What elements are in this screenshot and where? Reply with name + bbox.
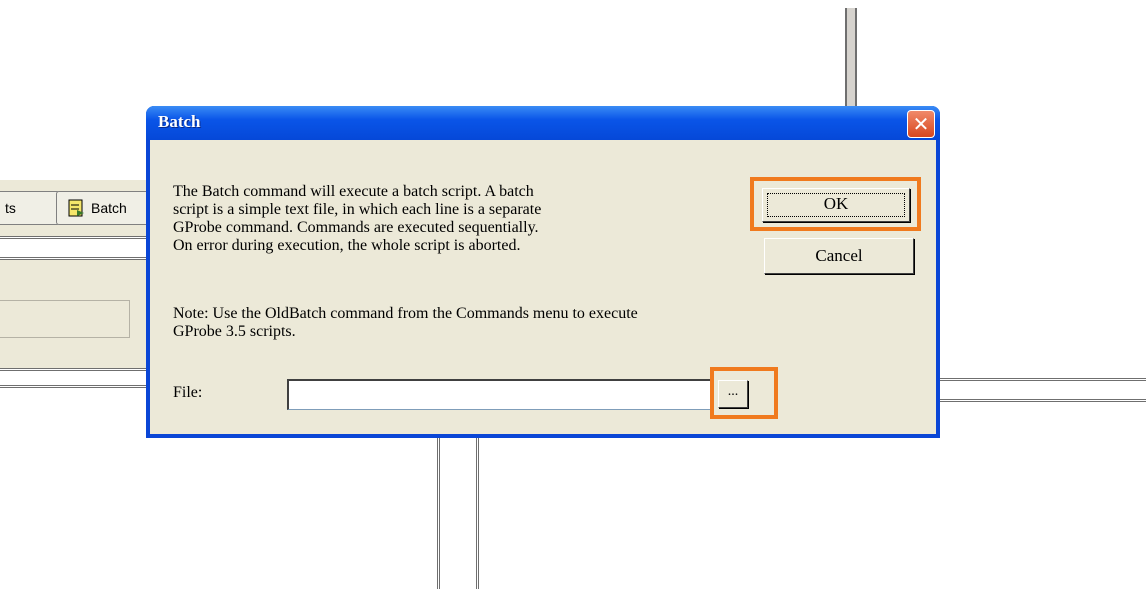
close-button[interactable]: ✕ [907, 110, 935, 138]
description-line: The Batch command will execute a batch s… [173, 183, 534, 200]
cancel-button[interactable]: Cancel [764, 238, 914, 274]
background-splitter-right [938, 378, 1146, 402]
note-line: GProbe 3.5 scripts. [173, 323, 296, 340]
background-splitter-top [845, 8, 857, 112]
ok-button-label: OK [823, 194, 849, 213]
cancel-button-label: Cancel [815, 246, 863, 265]
ok-button[interactable]: OK [762, 188, 910, 222]
script-icon [67, 198, 85, 218]
dialog-titlebar[interactable]: Batch ✕ [146, 106, 940, 140]
browse-button[interactable]: ... [718, 380, 748, 408]
background-left-rule [0, 236, 148, 260]
background-tab-partial-label: ts [5, 200, 16, 216]
description-line: GProbe command. Commands are executed se… [173, 219, 539, 236]
close-icon: ✕ [912, 112, 930, 136]
dialog-title: Batch [158, 112, 201, 131]
note-line: Note: Use the OldBatch command from the … [173, 305, 638, 322]
background-left-rule-lower [0, 368, 148, 388]
browse-button-label: ... [727, 384, 739, 399]
description-line: On error during execution, the whole scr… [173, 237, 521, 254]
file-path-input[interactable] [287, 379, 712, 410]
file-label: File: [173, 384, 203, 401]
background-left-field [0, 300, 130, 338]
dialog-note: Note: Use the OldBatch command from the … [173, 305, 873, 341]
background-tab-batch-label: Batch [91, 200, 127, 216]
dialog-description: The Batch command will execute a batch s… [173, 183, 733, 255]
description-line: script is a simple text file, in which e… [173, 201, 542, 218]
background-tab-partial[interactable]: ts [0, 191, 60, 225]
background-splitter-bottom [437, 436, 479, 589]
